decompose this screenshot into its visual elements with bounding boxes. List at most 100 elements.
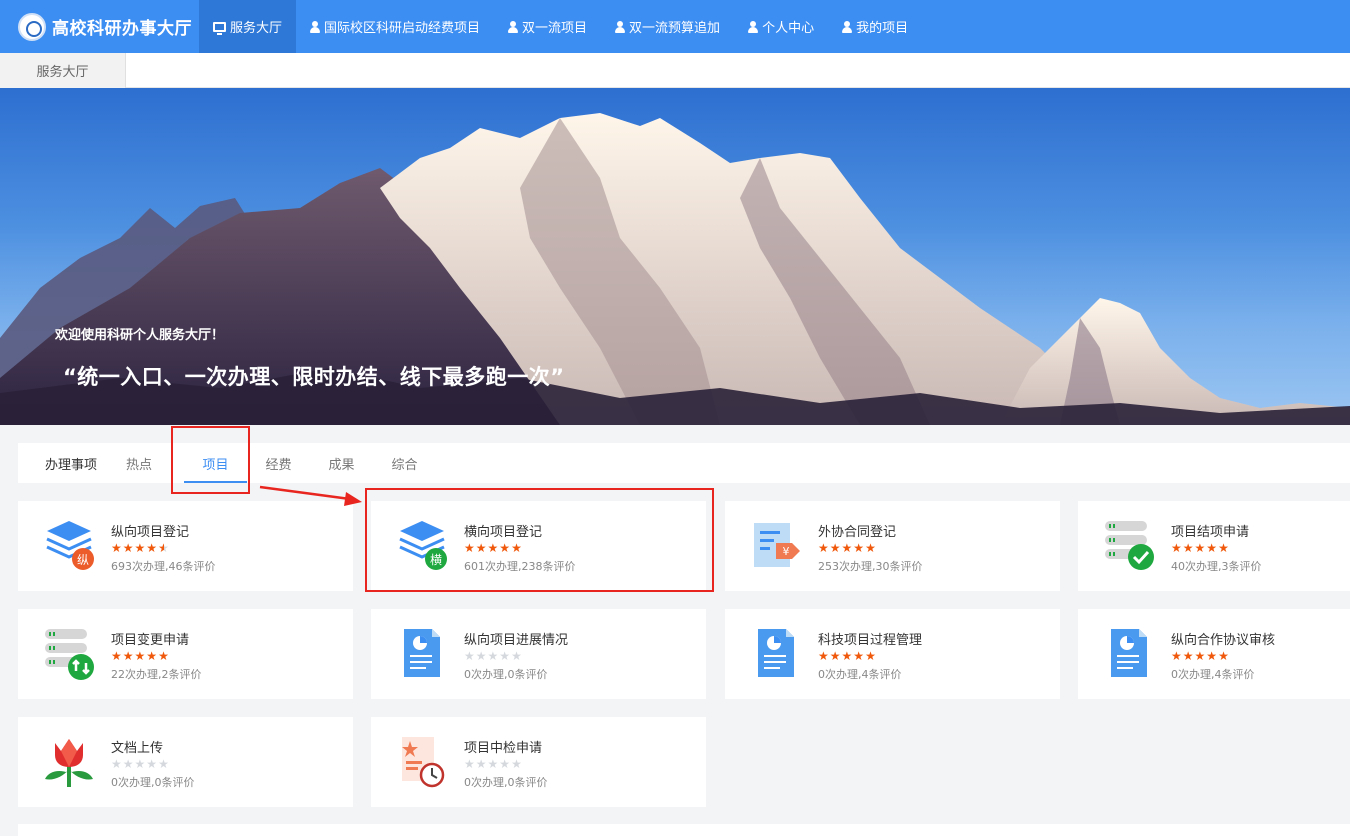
document-chart-icon [750,625,802,681]
banner-subtitle: 欢迎使用科研个人服务大厅！ [55,328,225,343]
layers-heng-icon: 横 [396,517,448,573]
rating-stars: ★★★★★ [464,541,523,555]
star-icon: ★ [853,541,866,555]
card-meta: 0次办理,0条评价 [464,668,548,681]
card-title: 项目变更申请 [111,633,190,648]
rating-stars: ★★★★★ [818,541,877,555]
nav-item-service-hall[interactable]: 服务大厅 [199,0,297,53]
tab-general[interactable]: 综合 [373,443,436,483]
nav-item-my-projects[interactable]: 我的项目 [828,0,922,53]
top-nav: 高校科研办事大厅 服务大厅 国际校区科研启动经费项目 双一流项目 双一流预算追加… [0,0,1350,53]
service-card-external-contract-register[interactable]: ¥ 外协合同登记 ★★★★★ 253次办理,30条评价 [725,501,1060,591]
card-title: 外协合同登记 [818,525,897,540]
document-chart-icon [1103,625,1155,681]
star-icon: ★ [134,649,147,663]
card-meta: 40次办理,3条评价 [1171,560,1262,573]
tab-achievements[interactable]: 成果 [310,443,373,483]
service-card-vertical-cooperation-review[interactable]: 纵向合作协议审核 ★★★★★ 0次办理,4条评价 [1078,609,1350,699]
star-icon: ★ [1182,649,1195,663]
user-icon [310,20,321,33]
rating-stars: ★★★★★ [818,649,877,663]
card-title: 横向项目登记 [464,525,543,540]
star-icon: ★ [511,541,523,555]
rating-stars: ★★★★★ [464,649,523,663]
nav-item-label: 个人中心 [762,21,815,36]
university-logo-icon [18,12,46,41]
service-card-horizontal-project-register[interactable]: 横 横向项目登记 ★★★★★ 601次办理,238条评价 [371,501,706,591]
star-icon: ★ [146,541,159,555]
nav-item-double-first-class[interactable]: 双一流项目 [494,0,601,53]
star-icon: ★ [475,541,488,555]
star-icon: ★ [464,649,476,663]
star-icon: ★ [158,541,170,555]
card-title: 纵向项目登记 [111,525,190,540]
nav-item-budget-addition[interactable]: 双一流预算追加 [601,0,734,53]
star-icon: ★ [146,649,159,663]
card-meta: 0次办理,0条评价 [111,776,195,789]
star-icon: ★ [1194,541,1207,555]
star-icon: ★ [818,541,830,555]
star-icon: ★ [475,649,488,663]
card-meta: 0次办理,4条评价 [818,668,902,681]
service-card-project-closing[interactable]: 项目结项申请 ★★★★★ 40次办理,3条评价 [1078,501,1350,591]
star-icon: ★ [122,541,135,555]
card-meta: 22次办理,2条评价 [111,668,202,681]
card-title: 纵向项目进展情况 [464,633,569,648]
star-icon: ★ [1206,541,1219,555]
user-icon [842,20,853,33]
star-icon: ★ [841,649,854,663]
card-meta: 253次办理,30条评价 [818,560,923,573]
next-section-edge [18,824,1350,836]
star-icon: ★ [1194,649,1207,663]
star-icon: ★ [1218,649,1230,663]
nav-item-personal-center[interactable]: 个人中心 [734,0,828,53]
star-icon: ★ [158,649,170,663]
tab-funding[interactable]: 经费 [247,443,310,483]
rating-stars: ★★★★★ [1171,649,1230,663]
tab-projects[interactable]: 项目 [184,443,247,483]
tulip-icon [43,733,95,789]
category-heading: 办理事项 [45,457,98,473]
user-icon [508,20,519,33]
tab-service-hall[interactable]: 服务大厅 [0,53,126,88]
star-icon: ★ [1171,541,1183,555]
star-icon: ★ [499,757,512,771]
rating-stars: ★★★★★ [111,649,170,663]
service-card-vertical-project-progress[interactable]: 纵向项目进展情况 ★★★★★ 0次办理,0条评价 [371,609,706,699]
nav-item-label: 双一流预算追加 [629,21,721,36]
nav-item-label: 双一流项目 [522,21,588,36]
service-card-document-upload[interactable]: 文档上传 ★★★★★ 0次办理,0条评价 [18,717,353,807]
user-icon [748,20,759,33]
service-card-tech-project-process[interactable]: 科技项目过程管理 ★★★★★ 0次办理,4条评价 [725,609,1060,699]
star-icon: ★ [853,649,866,663]
nav-item-intl-campus-funding[interactable]: 国际校区科研启动经费项目 [296,0,494,53]
star-icon: ★ [511,649,523,663]
star-icon: ★ [865,541,877,555]
brand[interactable]: 高校科研办事大厅 [0,0,199,53]
star-icon: ★ [111,757,123,771]
star-icon: ★ [829,649,842,663]
star-icon: ★ [464,541,476,555]
document-clock-icon [396,733,448,789]
hero-banner: 欢迎使用科研个人服务大厅！ “统一入口、一次办理、限时办结、线下最多跑一次” [0,88,1350,425]
rating-stars: ★★★★★ [111,541,170,555]
server-check-icon [1103,517,1155,573]
star-icon: ★ [1182,541,1195,555]
star-icon: ★ [818,649,830,663]
service-card-vertical-project-register[interactable]: 纵 纵向项目登记 ★★★★★ 693次办理,46条评价 [18,501,353,591]
star-icon: ★ [841,541,854,555]
star-icon: ★ [487,757,500,771]
category-tabs: 办理事项 热点 项目 经费 成果 综合 [18,443,1350,483]
layers-zong-icon: 纵 [43,517,95,573]
service-card-midterm-check[interactable]: 项目中检申请 ★★★★★ 0次办理,0条评价 [371,717,706,807]
rating-stars: ★★★★★ [464,757,523,771]
star-icon: ★ [475,757,488,771]
star-icon: ★ [146,757,159,771]
service-card-project-change[interactable]: 项目变更申请 ★★★★★ 22次办理,2条评价 [18,609,353,699]
star-icon: ★ [1218,541,1230,555]
contract-yuan-icon: ¥ [750,517,802,573]
card-meta: 0次办理,0条评价 [464,776,548,789]
badge-text: 纵 [77,553,89,567]
star-icon: ★ [487,541,500,555]
tab-hot[interactable]: 热点 [126,443,166,483]
